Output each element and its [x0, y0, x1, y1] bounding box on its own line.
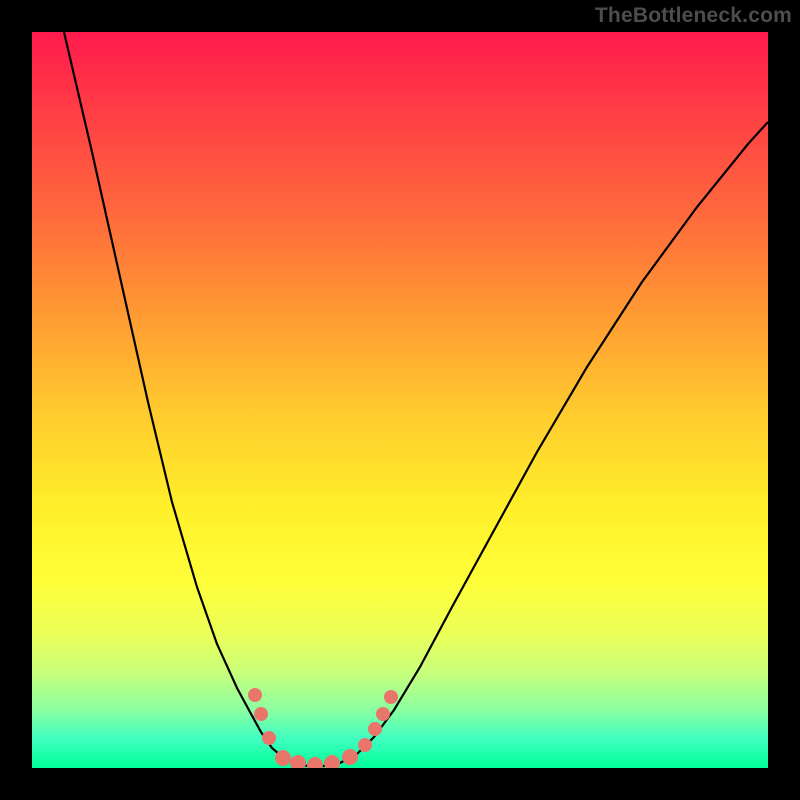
- bottleneck-curve: [32, 32, 768, 768]
- highlight-dot: [342, 749, 358, 765]
- curve-left-branch: [64, 32, 318, 767]
- highlight-dot: [376, 707, 390, 721]
- highlight-dot: [262, 731, 276, 745]
- highlight-dot: [368, 722, 382, 736]
- highlight-dot: [384, 690, 398, 704]
- watermark-text: TheBottleneck.com: [595, 4, 792, 28]
- highlight-dots: [248, 688, 398, 768]
- highlight-dot: [248, 688, 262, 702]
- plot-area: [32, 32, 768, 768]
- highlight-dot: [290, 755, 306, 768]
- highlight-dot: [254, 707, 268, 721]
- highlight-dot: [358, 738, 372, 752]
- curve-right-branch: [318, 122, 768, 767]
- highlight-dot: [275, 750, 291, 766]
- highlight-dot: [324, 755, 340, 768]
- highlight-dot: [307, 757, 323, 768]
- chart-frame: TheBottleneck.com: [0, 0, 800, 800]
